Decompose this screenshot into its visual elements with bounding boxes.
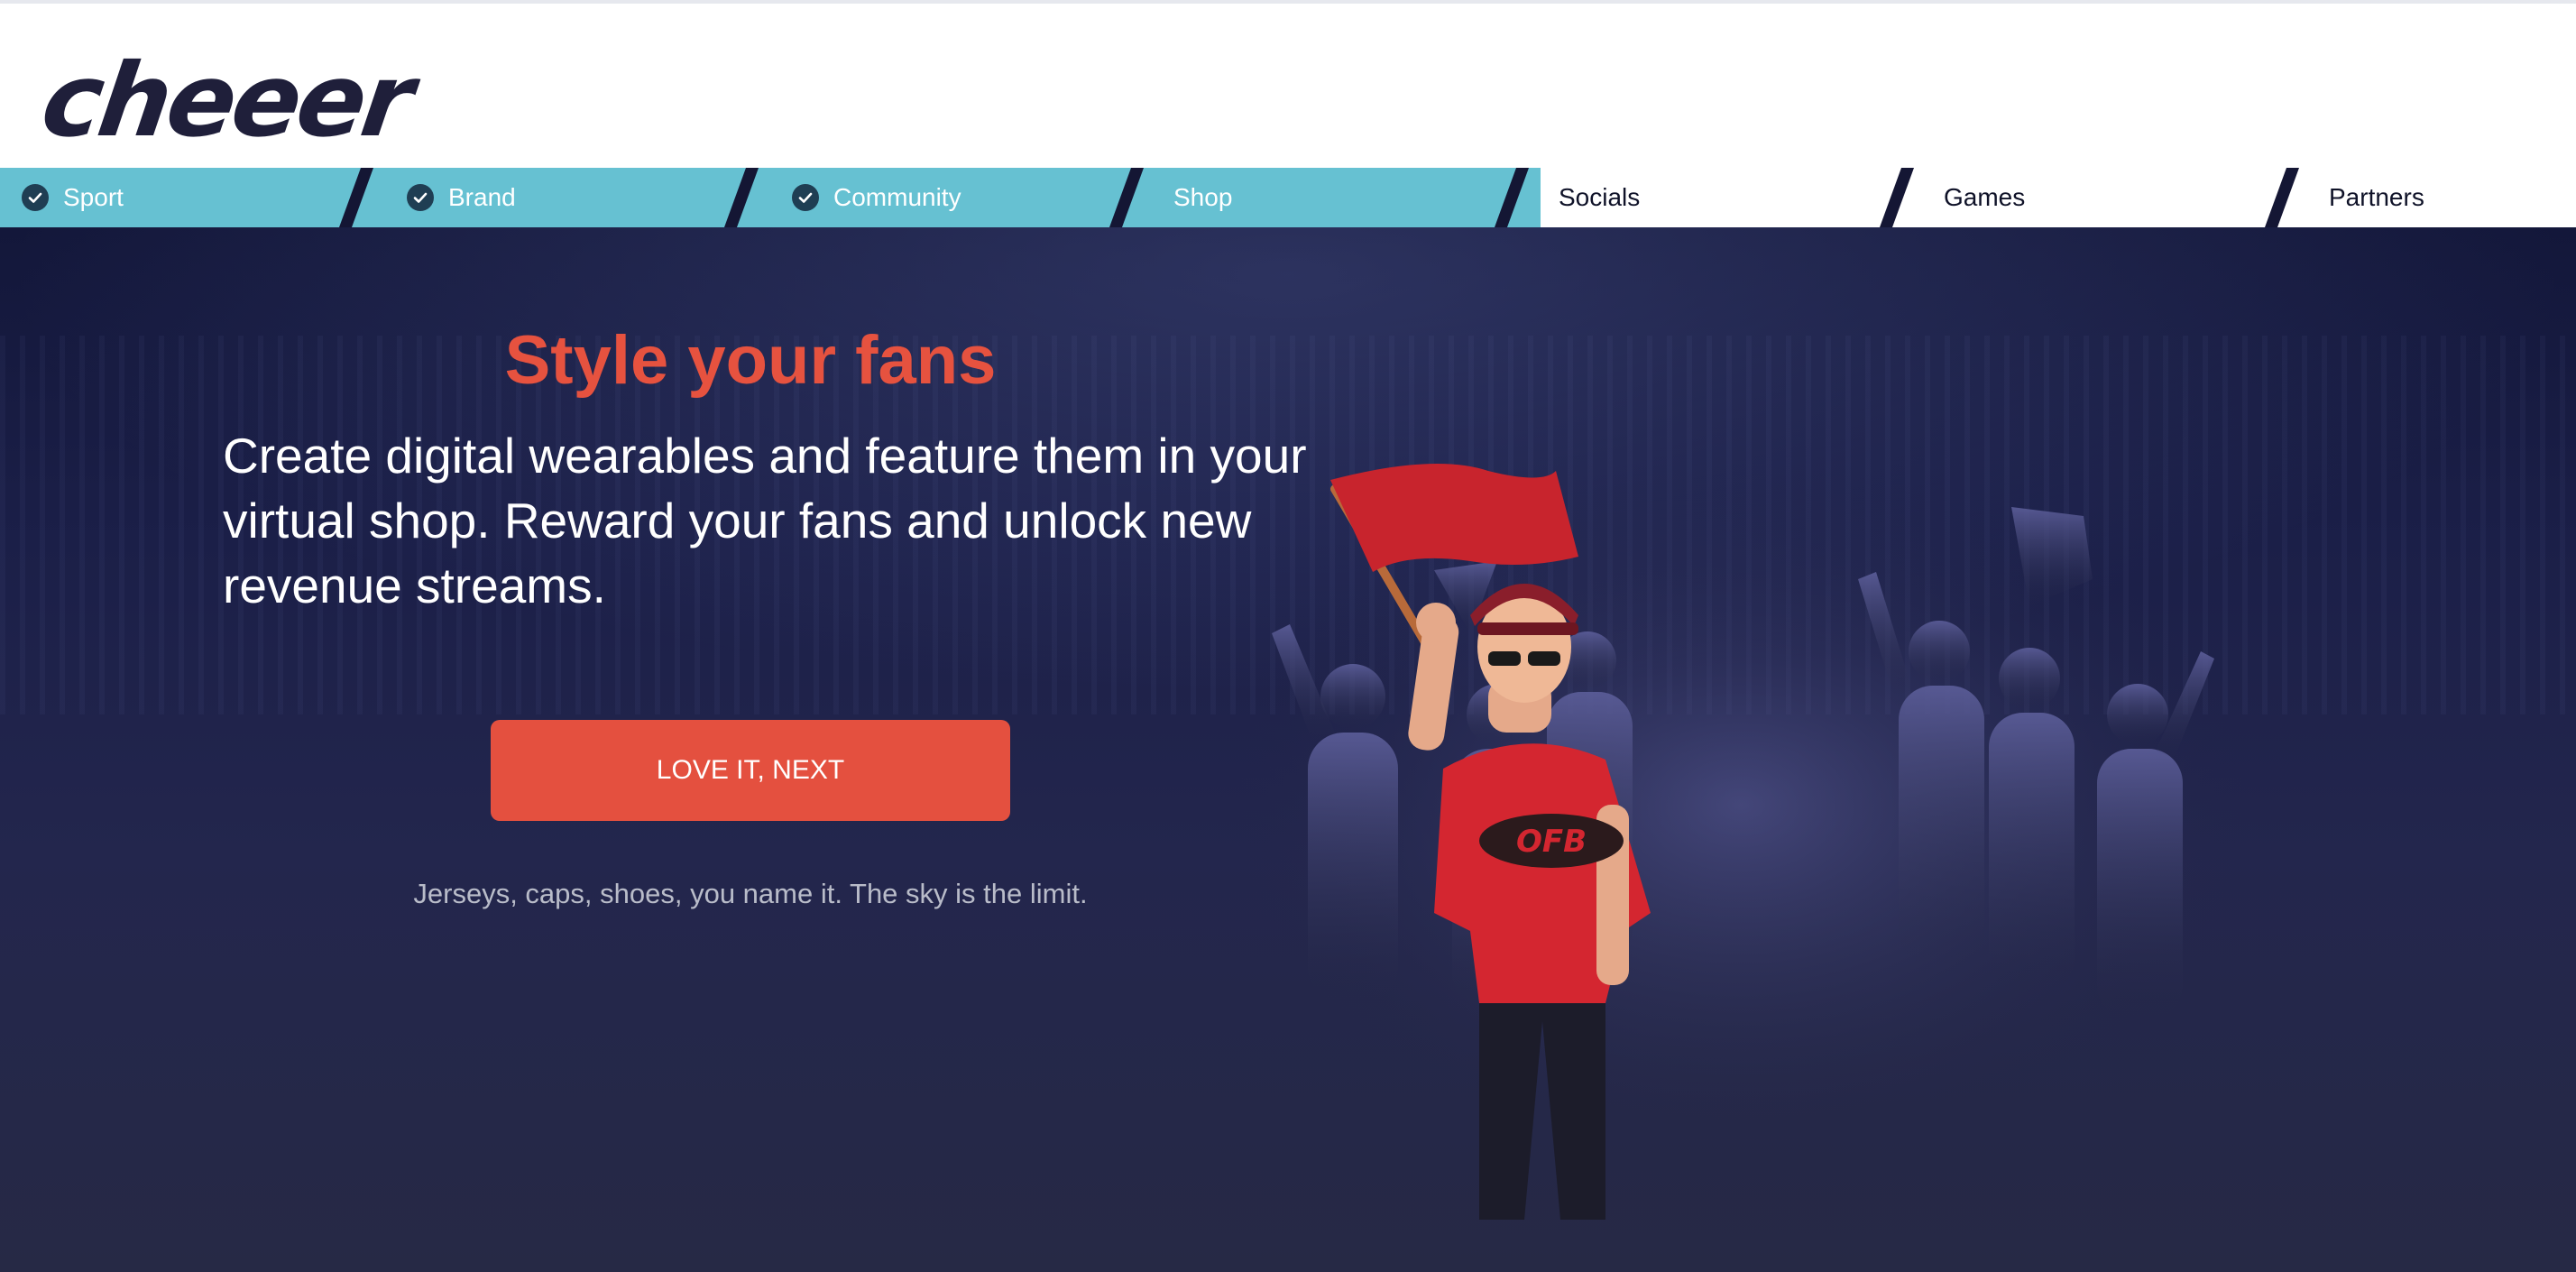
step-brand[interactable]: Brand	[385, 168, 770, 227]
cheeer-logo[interactable]: cheeer	[35, 42, 418, 160]
shirt-logo: OFB	[1516, 824, 1587, 860]
love-it-next-button[interactable]: LOVE IT, NEXT	[491, 720, 1010, 821]
step-sport[interactable]: Sport	[0, 168, 385, 227]
step-community[interactable]: Community	[770, 168, 1155, 227]
step-label: Socials	[1559, 183, 1641, 211]
check-icon	[22, 184, 49, 211]
step-label: Brand	[448, 183, 516, 211]
hero-section: Style your fans Create digital wearables…	[0, 227, 2576, 1272]
step-label: Games	[1944, 183, 2026, 211]
step-label: Shop	[1173, 183, 1233, 211]
step-socials[interactable]: Socials	[1541, 168, 1926, 227]
hero-description: Create digital wearables and feature the…	[223, 428, 1307, 613]
step-label: Partners	[2329, 183, 2424, 211]
check-icon	[792, 184, 819, 211]
check-icon	[407, 184, 434, 211]
step-label: Community	[833, 183, 961, 211]
step-games[interactable]: Games	[1926, 168, 2311, 227]
step-shop[interactable]: Shop	[1155, 168, 1541, 227]
site-header: cheeer	[0, 4, 2576, 168]
step-label: Sport	[63, 183, 124, 211]
step-partners[interactable]: Partners	[2311, 168, 2576, 227]
onboarding-steps: Sport Brand Community Shop Socials Games…	[0, 168, 2576, 227]
fan-crowd-illustration: OFB	[1236, 462, 2246, 1220]
